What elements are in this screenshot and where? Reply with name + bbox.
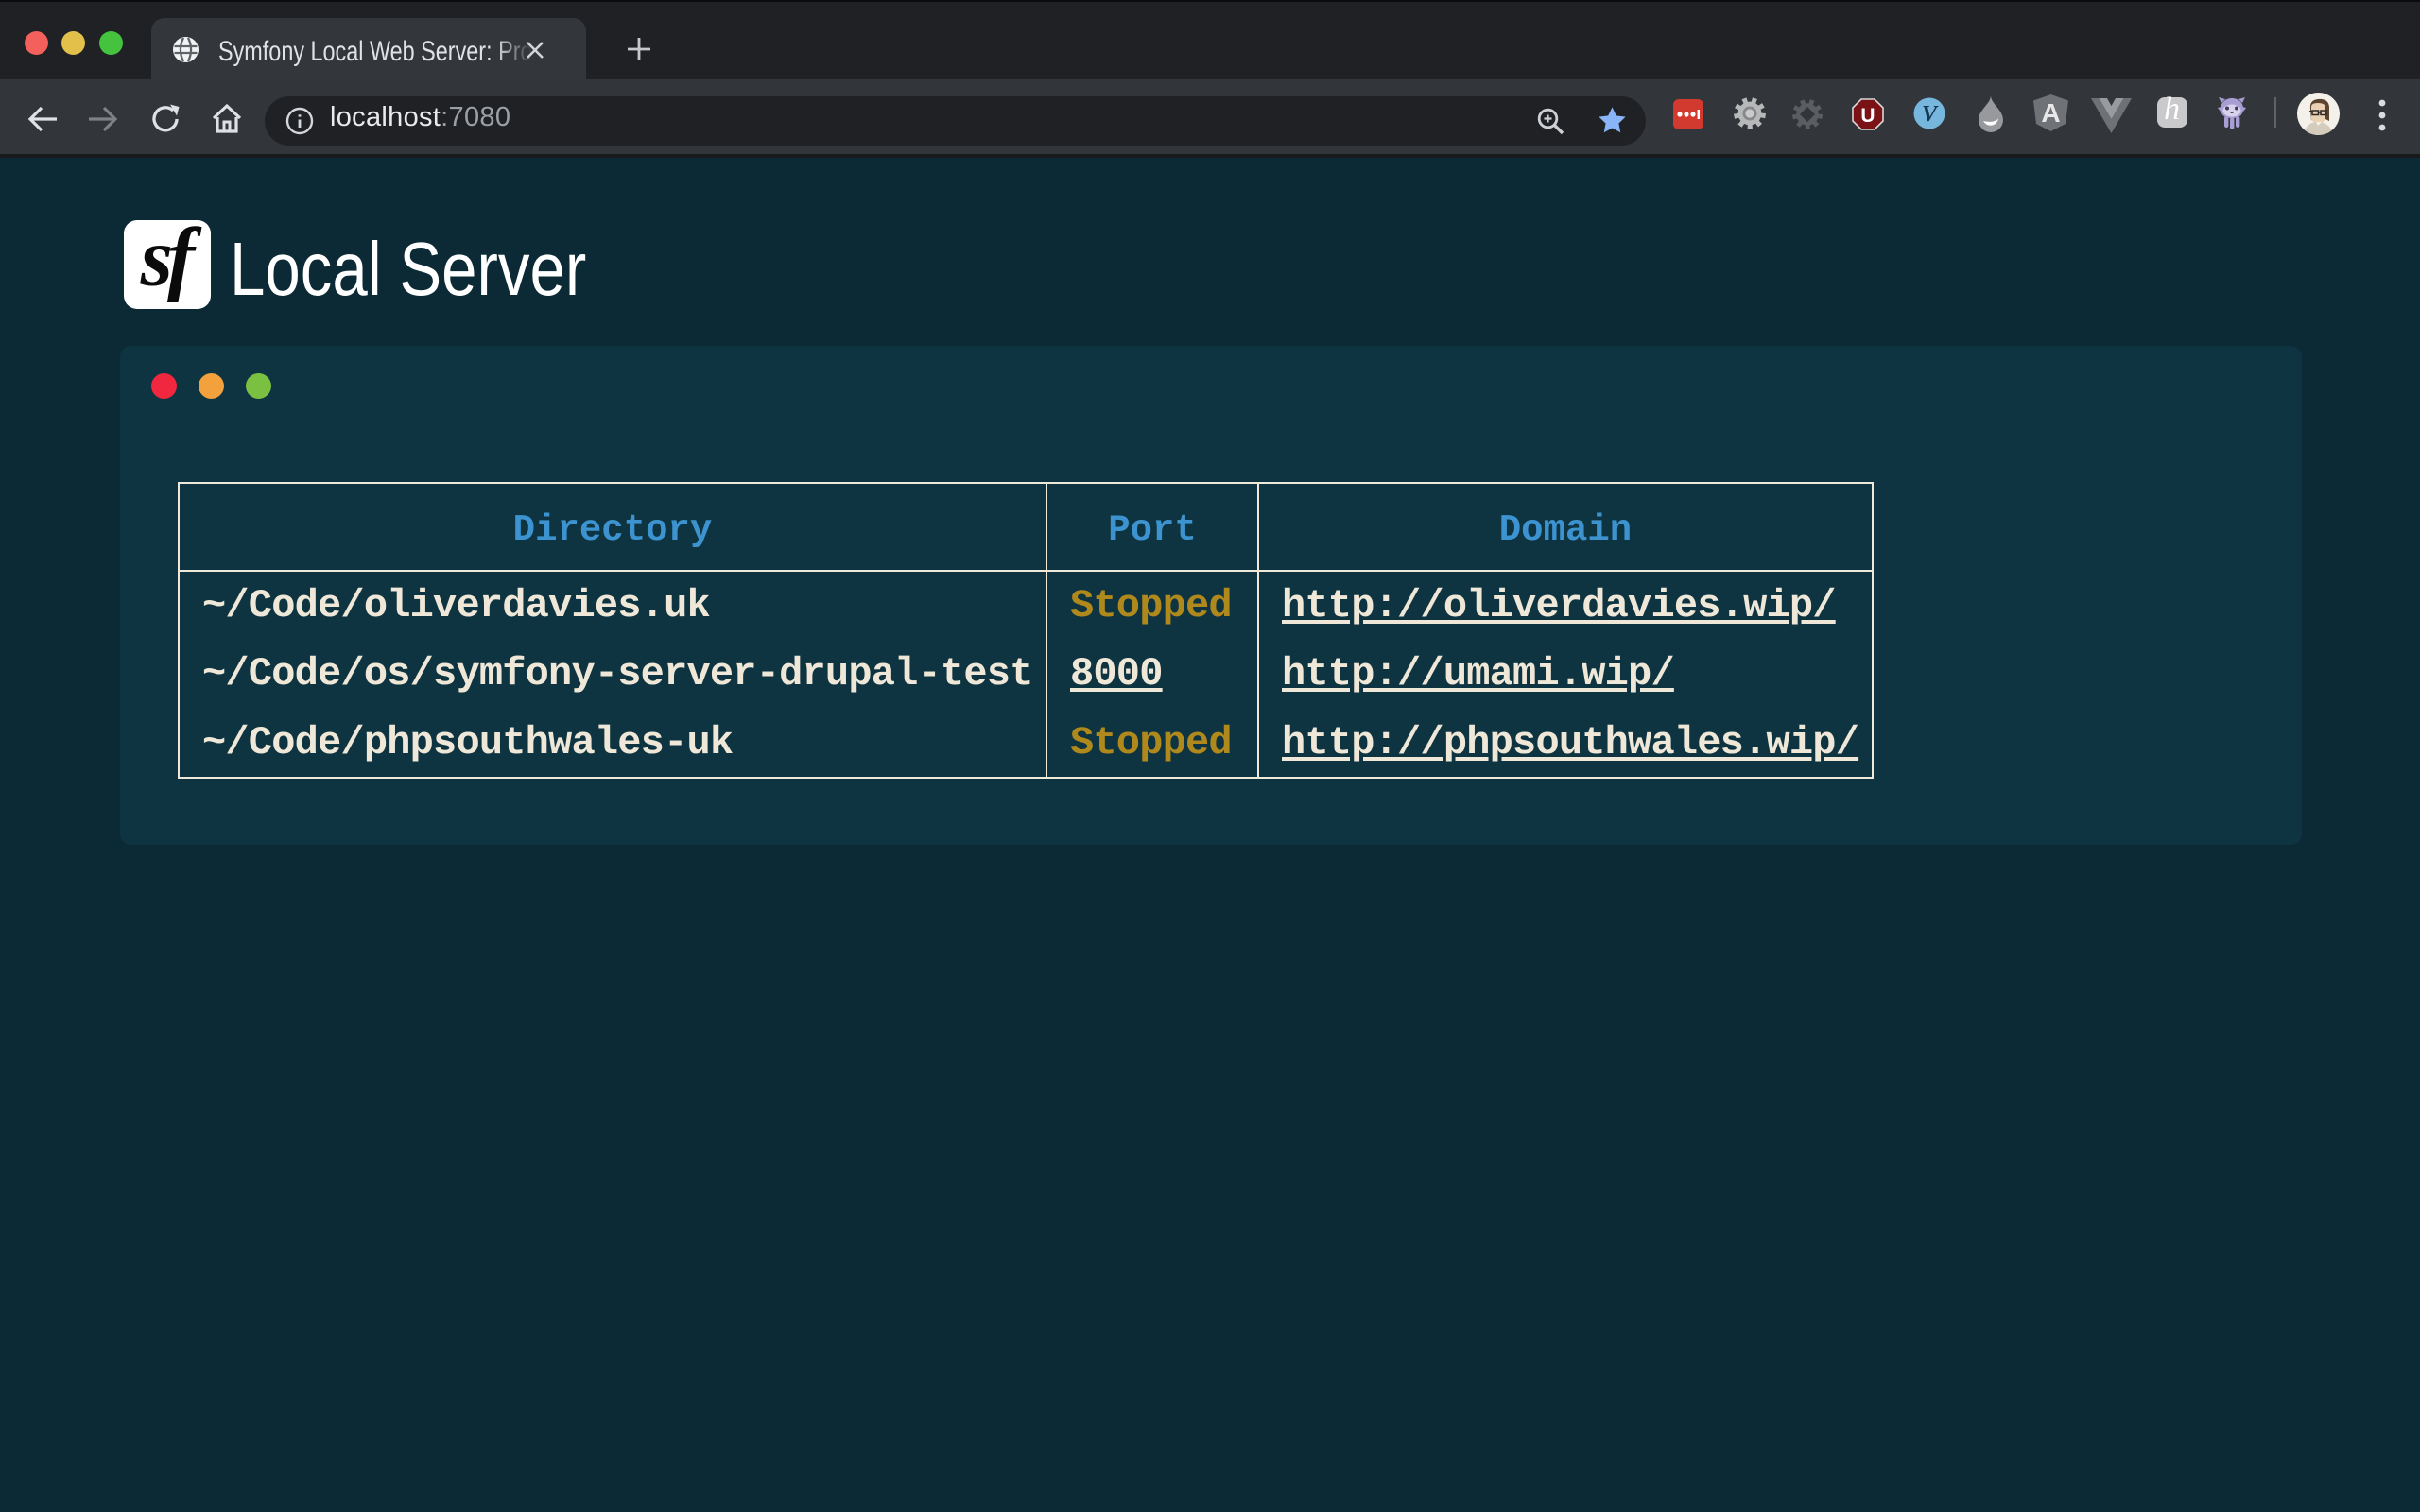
svg-text:A: A: [2041, 98, 2060, 128]
svg-text:U: U: [1860, 105, 1875, 127]
svg-text:V: V: [1922, 102, 1939, 127]
